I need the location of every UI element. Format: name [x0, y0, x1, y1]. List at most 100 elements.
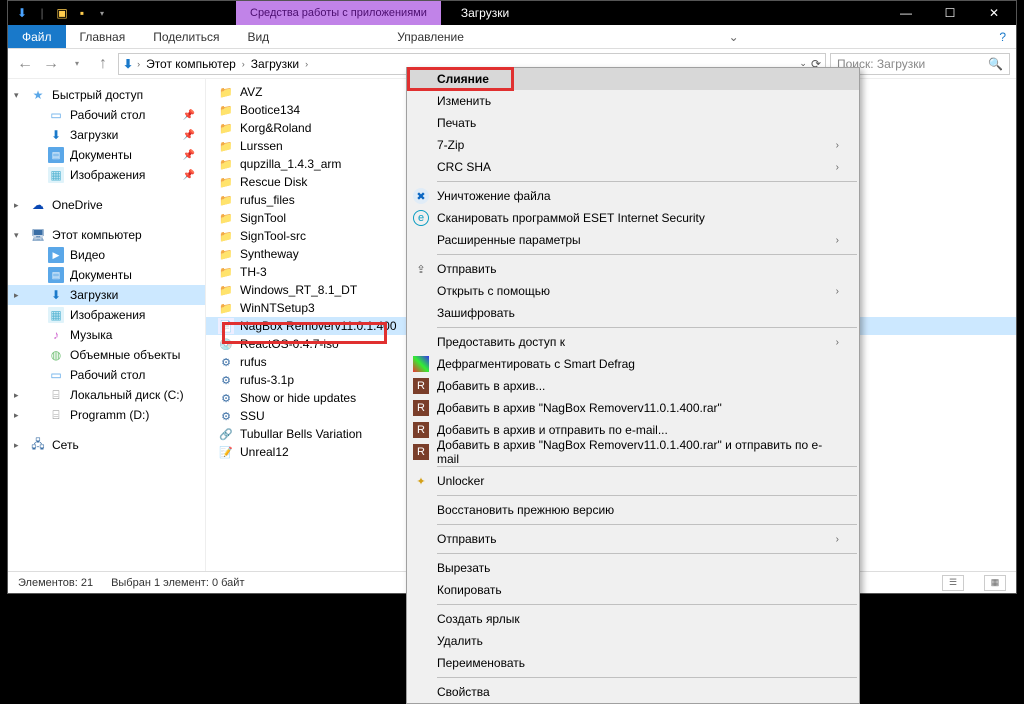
- forward-button[interactable]: →: [40, 53, 62, 75]
- ribbon-expand-icon[interactable]: ⌄: [719, 25, 749, 48]
- expand-icon[interactable]: ▸: [14, 440, 19, 451]
- file-name: ReactOS-0.4.7-iso: [240, 337, 339, 351]
- breadcrumb-thispc[interactable]: Этот компьютер: [144, 57, 238, 71]
- rar-icon: R: [413, 378, 429, 394]
- nav-desktop[interactable]: ▭Рабочий стол📌: [8, 105, 205, 125]
- ctx-add-archive[interactable]: RДобавить в архив...: [407, 375, 859, 397]
- ctx-label: Восстановить прежнюю версию: [437, 503, 614, 517]
- ctx-restore[interactable]: Восстановить прежнюю версию: [407, 499, 859, 521]
- ctx-add-rar[interactable]: RДобавить в архив "NagBox Removerv11.0.1…: [407, 397, 859, 419]
- ctx-encrypt[interactable]: Зашифровать: [407, 302, 859, 324]
- nav-quick-access[interactable]: ▾★Быстрый доступ: [8, 85, 205, 105]
- pin-icon: 📌: [183, 130, 195, 141]
- ctx-openwith[interactable]: Открыть с помощью›: [407, 280, 859, 302]
- recent-dropdown-icon[interactable]: ▾: [66, 53, 88, 75]
- nav-programm-d[interactable]: ▸⌸Programm (D:): [8, 405, 205, 425]
- ctx-7zip[interactable]: 7-Zip›: [407, 134, 859, 156]
- nav-downloads[interactable]: ⬇Загрузки📌: [8, 125, 205, 145]
- nav-label: Видео: [70, 248, 105, 262]
- ctx-shortcut[interactable]: Создать ярлык: [407, 608, 859, 630]
- nav-network[interactable]: ▸🖧Сеть: [8, 435, 205, 455]
- help-icon[interactable]: ?: [989, 25, 1016, 48]
- file-name: SignTool: [240, 211, 286, 225]
- downloads-icon: ⬇: [48, 127, 64, 143]
- submenu-arrow-icon: ›: [836, 534, 839, 545]
- expand-icon[interactable]: ▸: [14, 200, 19, 211]
- ctx-label: Слияние: [437, 72, 489, 86]
- nav-onedrive[interactable]: ▸☁OneDrive: [8, 195, 205, 215]
- file-name: rufus: [240, 355, 267, 369]
- nav-thispc[interactable]: ▾🖥Этот компьютер: [8, 225, 205, 245]
- ctx-sendto2[interactable]: Отправить ›: [407, 528, 859, 550]
- ctx-add-rar-mail[interactable]: RДобавить в архив "NagBox Removerv11.0.1…: [407, 441, 859, 463]
- ctx-properties[interactable]: Свойства: [407, 681, 859, 703]
- ctx-crc[interactable]: CRC SHA›: [407, 156, 859, 178]
- ctx-cut[interactable]: Вырезать: [407, 557, 859, 579]
- ctx-sendto[interactable]: ⇪Отправить: [407, 258, 859, 280]
- file-name: Windows_RT_8.1_DT: [240, 283, 357, 297]
- expand-icon[interactable]: ▸: [14, 410, 19, 421]
- nav-documents[interactable]: ▤Документы📌: [8, 145, 205, 165]
- ctx-share[interactable]: Предоставить доступ к›: [407, 331, 859, 353]
- folder-icon: 📁: [218, 192, 234, 208]
- window-title: Загрузки: [441, 6, 529, 20]
- nav-pictures[interactable]: ▦Изображения📌: [8, 165, 205, 185]
- ctx-label: Создать ярлык: [437, 612, 520, 626]
- nav-documents2[interactable]: ▤Документы: [8, 265, 205, 285]
- tab-manage[interactable]: Управление: [383, 25, 478, 48]
- collapse-icon[interactable]: ▾: [14, 230, 19, 241]
- folder-icon[interactable]: ▣: [54, 5, 70, 21]
- pin-icon: 📌: [183, 150, 195, 161]
- close-button[interactable]: ✕: [972, 1, 1016, 25]
- ctx-label: Уничтожение файла: [437, 189, 551, 203]
- folder-icon: 📁: [218, 246, 234, 262]
- nav-localdisk-c[interactable]: ▸⌸Локальный диск (C:): [8, 385, 205, 405]
- back-button[interactable]: ←: [14, 53, 36, 75]
- nav-label: OneDrive: [52, 198, 103, 212]
- ctx-delete[interactable]: Удалить: [407, 630, 859, 652]
- file-name: SSU: [240, 409, 265, 423]
- view-large-button[interactable]: ▦: [984, 575, 1006, 591]
- up-button[interactable]: ↑: [92, 53, 114, 75]
- ctx-copy[interactable]: Копировать: [407, 579, 859, 601]
- exe-icon: ⚙: [218, 372, 234, 388]
- file-name: Rescue Disk: [240, 175, 307, 189]
- documents-icon: ▤: [48, 147, 64, 163]
- ctx-unlocker[interactable]: ✦Unlocker: [407, 470, 859, 492]
- ctx-label: Отправить: [437, 532, 497, 546]
- nav-downloads2[interactable]: ▸⬇Загрузки: [8, 285, 205, 305]
- ctx-print[interactable]: Печать: [407, 112, 859, 134]
- nav-videos[interactable]: ▶Видео: [8, 245, 205, 265]
- nav-pictures2[interactable]: ▦Изображения: [8, 305, 205, 325]
- ctx-defrag[interactable]: Дефрагментировать с Smart Defrag: [407, 353, 859, 375]
- ctx-merge[interactable]: Слияние: [407, 68, 859, 90]
- shred-icon: ✖: [413, 188, 429, 204]
- tab-view[interactable]: Вид: [233, 25, 283, 48]
- qat-dropdown-icon[interactable]: ▾: [94, 5, 110, 21]
- view-details-button[interactable]: ☰: [942, 575, 964, 591]
- tab-share[interactable]: Поделиться: [139, 25, 233, 48]
- ctx-advanced[interactable]: Расширенные параметры›: [407, 229, 859, 251]
- minimize-button[interactable]: —: [884, 1, 928, 25]
- collapse-icon[interactable]: ▾: [14, 90, 19, 101]
- ctx-edit[interactable]: Изменить: [407, 90, 859, 112]
- contextual-tab-title: Средства работы с приложениями: [236, 1, 441, 25]
- ctx-shred[interactable]: ✖ Уничтожение файла: [407, 185, 859, 207]
- file-name: Lurssen: [240, 139, 283, 153]
- new-folder-icon[interactable]: ▪: [74, 5, 90, 21]
- nav-music[interactable]: ♪Музыка: [8, 325, 205, 345]
- ctx-eset-scan[interactable]: eСканировать программой ESET Internet Se…: [407, 207, 859, 229]
- nav-desktop2[interactable]: ▭Рабочий стол: [8, 365, 205, 385]
- expand-icon[interactable]: ▸: [14, 290, 19, 301]
- breadcrumb-downloads[interactable]: Загрузки: [249, 57, 301, 71]
- tab-file[interactable]: Файл: [8, 25, 66, 48]
- folder-icon: 📁: [218, 228, 234, 244]
- nav-3dobjects[interactable]: ◍Объемные объекты: [8, 345, 205, 365]
- ctx-rename[interactable]: Переименовать: [407, 652, 859, 674]
- maximize-button[interactable]: ☐: [928, 1, 972, 25]
- down-arrow-icon[interactable]: ⬇: [14, 5, 30, 21]
- chevron-right-icon: ›: [305, 59, 308, 69]
- expand-icon[interactable]: ▸: [14, 390, 19, 401]
- ctx-label: Удалить: [437, 634, 483, 648]
- tab-home[interactable]: Главная: [66, 25, 140, 48]
